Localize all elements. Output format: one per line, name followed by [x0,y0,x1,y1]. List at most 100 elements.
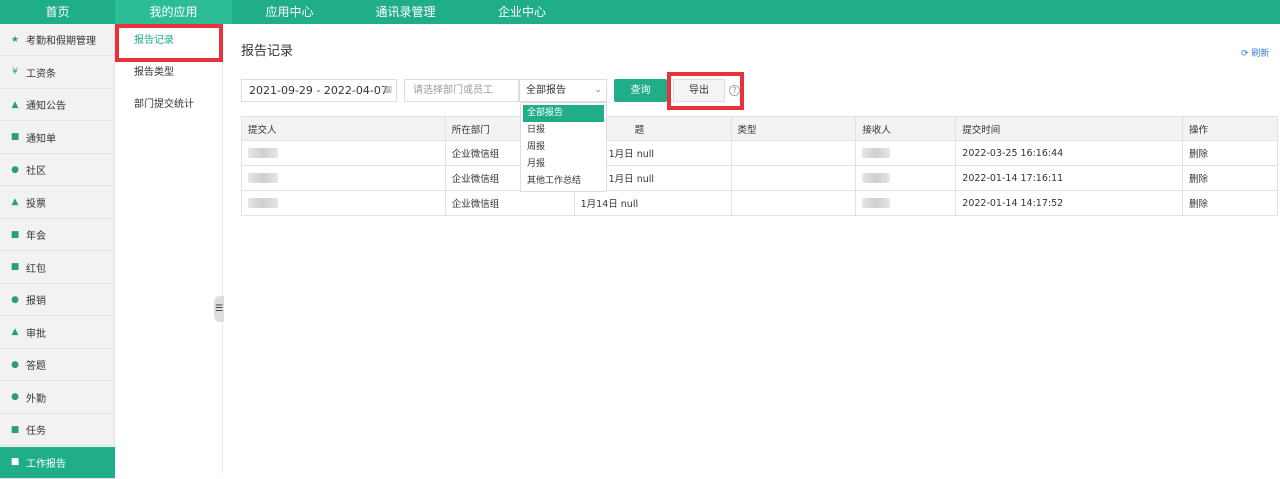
sidebar-item-vote[interactable]: ▲ 投票 [0,187,115,219]
query-button[interactable]: 查询 [614,79,667,102]
app-sidebar: ★ 考勤和假期管理 ¥ 工资条 ▲ 通知公告 ■ 通知单 ● 社区 ▲ 投票 ■ 年会 ■ 红包… [0,24,115,479]
refresh-link[interactable]: ⟳ 刷新 [1241,46,1269,59]
sidebar-item-label: 任务 [26,426,46,437]
announcement-icon: ▲ [11,99,19,110]
sidebar-item-expense[interactable]: ● 报销 [0,284,115,316]
sidebar-item-approval[interactable]: ▲ 审批 [0,317,115,349]
sidebar-item-announcement[interactable]: ▲ 通知公告 [0,89,115,121]
sidebar-item-label: 报销 [26,296,46,307]
tab-home[interactable]: 首页 [0,0,115,24]
top-nav: 首页 我的应用 应用中心 通讯录管理 企业中心 [0,0,1280,24]
type-cell [730,165,857,191]
tab-my-apps[interactable]: 我的应用 [115,0,232,24]
quiz-icon: ● [11,359,19,370]
type-cell [730,140,857,166]
tab-enterprise[interactable]: 企业中心 [464,0,580,24]
report-table: 提交人 所在部门 题 类型 接收人 提交时间 操作 企业微信组 1月日 null… [241,116,1278,216]
col-type: 类型 [730,116,857,141]
submitter-cell [241,140,446,166]
sidebar-item-task[interactable]: ■ 任务 [0,414,115,446]
sidebar-item-label: 工作报告 [26,458,66,470]
sidebar-item-notice[interactable]: ■ 通知单 [0,122,115,154]
community-icon: ● [11,164,19,175]
work-report-icon: ■ [10,457,20,467]
submitter-cell [241,190,446,216]
sidebar-item-label: 红包 [26,263,46,275]
dropdown-option[interactable]: 其他工作总结 [521,173,606,190]
sidebar-item-red-packet[interactable]: ■ 红包 [0,252,115,284]
col-submitter: 提交人 [241,116,446,141]
col-receiver: 接收人 [855,116,957,141]
sidebar-item-field-work[interactable]: ● 外勤 [0,382,115,414]
red-packet-icon: ■ [10,262,20,272]
redacted-name [862,173,891,183]
dept-employee-input[interactable]: 请选择部门或员工 [404,79,519,102]
collapse-handle[interactable]: ☰ [214,296,224,322]
redacted-name [862,198,891,208]
sub-sidebar: 报告记录 报告类型 部门提交统计 [115,24,223,473]
sidebar-item-label: 工资条 [26,68,56,80]
subnav-dept-stats[interactable]: 部门提交统计 [119,90,219,120]
table-row[interactable]: 企业微信组 1月日 null 2022-03-25 16:16:44 删除 [241,140,1278,166]
report-type-select[interactable]: 全部报告 ⌄ [519,79,607,102]
attendance-icon: ★ [10,34,20,45]
sidebar-item-attendance[interactable]: ★ 考勤和假期管理 [0,24,115,56]
sidebar-item-payslip[interactable]: ¥ 工资条 [0,57,115,89]
sidebar-item-label: 审批 [26,328,46,340]
delete-link[interactable]: 删除 [1182,190,1278,216]
delete-link[interactable]: 删除 [1182,140,1278,166]
sidebar-item-label: 投票 [26,198,46,210]
sidebar-item-annual-party[interactable]: ■ 年会 [0,219,115,251]
redacted-name [248,198,278,208]
sidebar-item-label: 考勤和假期管理 [26,36,96,47]
receiver-cell [855,165,957,191]
time-cell: 2022-01-14 17:16:11 [955,165,1184,191]
redacted-name [862,148,891,158]
col-action: 操作 [1182,116,1278,141]
location-icon: ● [11,392,19,402]
table-row[interactable]: 企业微信组 1月日 null 2022-01-14 17:16:11 删除 [241,165,1278,191]
payslip-icon: ¥ [12,67,18,77]
report-type-dropdown: 全部报告 日报 周报 月报 其他工作总结 [520,102,607,192]
sidebar-item-community[interactable]: ● 社区 [0,154,115,186]
table-header-row: 提交人 所在部门 题 类型 接收人 提交时间 操作 [241,116,1278,141]
highlight-box [115,24,223,62]
sidebar-item-label: 外勤 [26,393,46,405]
sidebar-item-label: 通知公告 [26,101,66,112]
report-type-value: 全部报告 [526,85,566,96]
type-cell [730,190,857,216]
vote-icon: ▲ [11,197,19,207]
submitter-cell [241,165,446,191]
expense-icon: ● [11,294,19,305]
calendar-icon: ▦ [383,85,392,95]
page-title: 报告记录 [241,44,294,59]
refresh-icon: ⟳ [1241,49,1249,59]
table-row[interactable]: 企业微信组 1月14日 null 2022-01-14 14:17:52 删除 [241,190,1278,216]
tab-contacts[interactable]: 通讯录管理 [347,0,464,24]
col-submit-time: 提交时间 [955,116,1184,141]
chevron-down-icon: ⌄ [594,85,602,95]
sidebar-item-work-report[interactable]: ■ 工作报告 [0,446,115,479]
dept-cell: 企业微信组 [444,190,575,216]
receiver-cell [855,140,957,166]
dropdown-option[interactable]: 全部报告 [523,105,604,122]
dropdown-option[interactable]: 月报 [521,156,606,173]
dropdown-option[interactable]: 周报 [521,139,606,156]
tab-app-center[interactable]: 应用中心 [232,0,347,24]
title-cell[interactable]: 1月14日 null [573,190,732,216]
time-cell: 2022-01-14 14:17:52 [955,190,1184,216]
redacted-name [248,173,278,183]
dropdown-option[interactable]: 日报 [521,122,606,139]
sidebar-item-label: 答题 [26,361,46,372]
delete-link[interactable]: 删除 [1182,165,1278,191]
notice-icon: ■ [10,132,20,142]
sidebar-item-quiz[interactable]: ● 答题 [0,349,115,381]
subnav-report-types[interactable]: 报告类型 [119,58,219,88]
help-icon[interactable]: ? [729,85,740,96]
sidebar-item-label: 年会 [26,231,46,242]
approval-icon: ▲ [11,327,19,337]
date-range-input[interactable]: 2021-09-29 - 2022-04-07 ▦ [241,79,397,102]
refresh-label: 刷新 [1251,49,1270,59]
sidebar-item-label: 社区 [26,166,46,177]
date-range-value: 2021-09-29 - 2022-04-07 [249,84,388,97]
